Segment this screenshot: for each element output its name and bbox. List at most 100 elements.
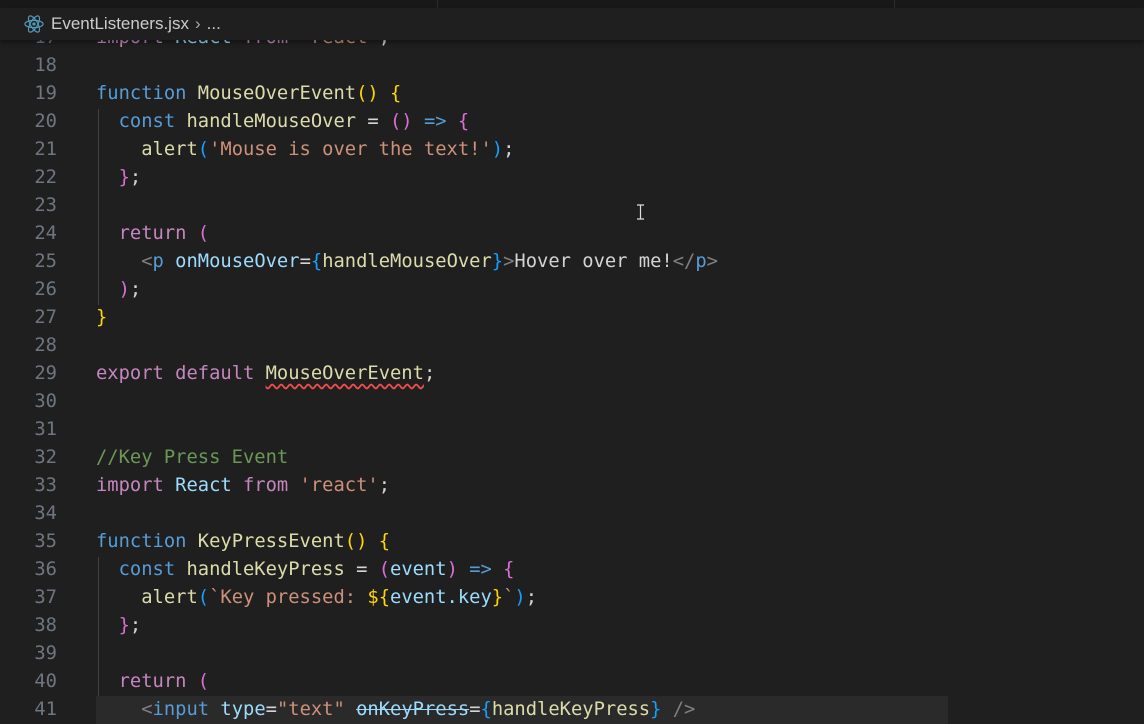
line-number: 28 xyxy=(34,335,57,356)
line-number: 27 xyxy=(34,307,57,328)
code-token: "text" xyxy=(276,699,345,720)
code-token: ` xyxy=(503,587,515,608)
line-number: 32 xyxy=(34,447,57,468)
line-code: }; xyxy=(96,164,142,192)
line-number: 34 xyxy=(34,503,57,524)
code-line[interactable]: 33 import React from 'react'; xyxy=(0,472,1144,500)
code-token: = xyxy=(265,699,277,720)
code-line[interactable]: 26 ); xyxy=(0,276,1144,304)
code-token: //Key Press Event xyxy=(96,447,289,468)
code-line[interactable]: 38 }; xyxy=(0,612,1144,640)
code-token: ) xyxy=(446,559,458,580)
code-token: () xyxy=(390,111,413,132)
code-line[interactable]: 37 alert(`Key pressed: ${event.key}`); xyxy=(0,584,1144,612)
code-line[interactable]: 20 const handleMouseOver = () => { xyxy=(0,108,1144,136)
code-token: ) xyxy=(96,279,130,300)
code-token: ; xyxy=(423,363,436,384)
line-code: return ( xyxy=(96,668,209,696)
code-token: return xyxy=(96,223,187,244)
code-token: type xyxy=(220,699,266,720)
code-token: ; xyxy=(378,475,391,496)
code-token: ; xyxy=(503,139,515,160)
line-number: 37 xyxy=(34,587,57,608)
code-line[interactable]: 29 export default MouseOverEvent; xyxy=(0,360,1144,388)
code-line[interactable]: 36 const handleKeyPress = (event) => { xyxy=(0,556,1144,584)
code-token: MouseOverEvent xyxy=(197,83,357,104)
code-token: > xyxy=(706,251,718,272)
code-token: alert xyxy=(96,587,198,608)
code-line[interactable]: 27} xyxy=(0,304,1144,332)
code-token: import xyxy=(96,475,164,496)
code-token: </ xyxy=(672,251,696,272)
code-token: () xyxy=(344,531,368,552)
line-number: 26 xyxy=(34,279,57,300)
line-number: 22 xyxy=(34,167,57,188)
code-token: onKeyPress xyxy=(356,699,470,720)
code-line[interactable]: 30 xyxy=(0,388,1144,416)
code-token: `Key pressed: xyxy=(209,587,368,608)
code-line[interactable]: 22 }; xyxy=(0,164,1144,192)
line-number: 18 xyxy=(34,55,57,76)
code-token: => xyxy=(423,111,447,132)
code-line[interactable]: 40 return ( xyxy=(0,668,1144,696)
line-number: 21 xyxy=(34,139,57,160)
code-token: ( xyxy=(378,559,391,580)
breadcrumb-file[interactable]: EventListeners.jsx xyxy=(51,14,189,34)
code-token: KeyPressEvent xyxy=(197,531,345,552)
line-code: import React from 'react'; xyxy=(96,472,390,500)
line-number: 35 xyxy=(34,531,57,552)
code-line[interactable]: 21 alert('Mouse is over the text!'); xyxy=(0,136,1144,164)
code-line[interactable]: 23 xyxy=(0,192,1144,220)
code-token: } xyxy=(96,615,130,636)
code-line[interactable]: 28 xyxy=(0,332,1144,360)
code-line[interactable]: 25 <p onMouseOver={handleMouseOver}>Hove… xyxy=(0,248,1144,276)
code-token: const xyxy=(96,559,176,580)
code-token: ( xyxy=(197,587,210,608)
code-token: { xyxy=(480,699,492,720)
code-token: ) xyxy=(514,587,526,608)
code-line[interactable]: 35 function KeyPressEvent() { xyxy=(0,528,1144,556)
text-cursor-icon xyxy=(637,204,644,220)
code-token: > xyxy=(503,251,515,272)
code-token: ( xyxy=(197,139,210,160)
code-line[interactable]: 32 //Key Press Event xyxy=(0,444,1144,472)
code-token: from xyxy=(243,475,289,496)
code-token: /> xyxy=(661,699,696,720)
code-token: return xyxy=(96,671,187,692)
code-token: p xyxy=(695,251,707,272)
line-number: 30 xyxy=(34,391,57,412)
code-token: function xyxy=(96,531,187,552)
code-line[interactable]: 24 return ( xyxy=(0,220,1144,248)
code-line[interactable]: 19 function MouseOverEvent() { xyxy=(0,80,1144,108)
breadcrumb: EventListeners.jsx › ... xyxy=(0,8,1144,40)
code-line[interactable]: 34 xyxy=(0,500,1144,528)
line-number: 38 xyxy=(34,615,57,636)
code-token: event xyxy=(390,559,447,580)
line-code: } xyxy=(96,304,107,332)
line-number: 20 xyxy=(34,111,57,132)
line-number: 19 xyxy=(34,83,57,104)
code-token: 'react' xyxy=(288,475,379,496)
code-line[interactable]: 18 xyxy=(0,52,1144,80)
code-editor[interactable]: 17import React from 'react';1819function… xyxy=(0,0,1144,724)
line-code: function KeyPressEvent() { xyxy=(96,528,390,556)
line-number: 33 xyxy=(34,475,57,496)
breadcrumb-more[interactable]: ... xyxy=(207,14,221,34)
line-code: //Key Press Event xyxy=(96,444,288,472)
line-number: 39 xyxy=(34,643,57,664)
code-token: { xyxy=(503,559,515,580)
line-code: <p onMouseOver={handleMouseOver}>Hover o… xyxy=(96,248,718,276)
code-line[interactable]: 39 xyxy=(0,640,1144,668)
line-number: 40 xyxy=(34,671,57,692)
code-token: } xyxy=(491,587,504,608)
line-number: 23 xyxy=(34,195,57,216)
line-code: alert(`Key pressed: ${event.key}`); xyxy=(96,584,537,612)
code-line[interactable]: 31 xyxy=(0,416,1144,444)
